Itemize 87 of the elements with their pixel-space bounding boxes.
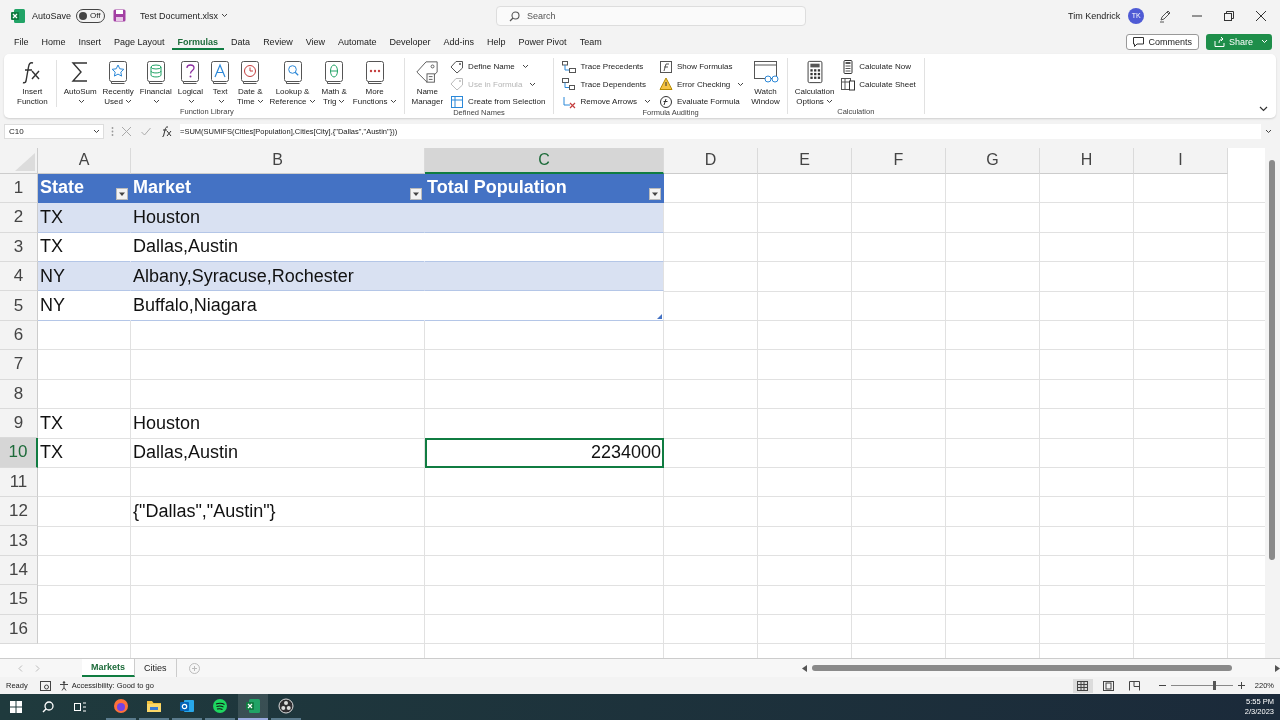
ribbon-button[interactable]: Watch Window xyxy=(748,59,783,107)
ribbon-button[interactable]: More Functions xyxy=(349,59,400,107)
ribbon-button[interactable]: Calculation Options xyxy=(791,59,838,107)
ribbon-tab[interactable]: File xyxy=(8,33,35,50)
sheet-tab[interactable]: Markets xyxy=(82,659,136,678)
ribbon-tab[interactable]: Power Pivot xyxy=(512,33,573,50)
row-header[interactable]: 7 xyxy=(0,350,38,380)
ribbon-tab[interactable]: Automate xyxy=(332,33,383,50)
ribbon-tab[interactable]: Team xyxy=(573,33,608,50)
table-cell: TX xyxy=(38,232,131,262)
table-cell-text: TX xyxy=(39,412,64,436)
row-header[interactable]: 5 xyxy=(0,291,38,321)
column-header[interactable]: F xyxy=(852,147,946,174)
row-header[interactable]: 9 xyxy=(0,408,38,439)
row-header[interactable]: 1 xyxy=(0,173,38,204)
ribbon-button[interactable]: Calculate Sheet xyxy=(841,77,916,91)
column-header[interactable]: C xyxy=(425,147,664,174)
table-cell: NY xyxy=(38,261,131,292)
row-header[interactable]: 11 xyxy=(0,467,38,498)
table-cell: Albany,Syracuse,Rochester xyxy=(131,261,425,292)
row-header[interactable]: 14 xyxy=(0,555,38,586)
row-header[interactable]: 6 xyxy=(0,320,38,351)
table-cell-text: {"Dallas","Austin"} xyxy=(132,500,277,524)
ribbon-tab[interactable]: Page Layout xyxy=(108,33,171,50)
comments-button[interactable]: Comments xyxy=(1126,33,1199,50)
ribbon-button[interactable]: AutoSum xyxy=(60,59,100,107)
ribbon-button[interactable]: Define Name xyxy=(450,59,546,74)
header-text: Total Population xyxy=(427,177,567,199)
ribbon-button[interactable]: Logical xyxy=(174,59,207,107)
ribbon-tab[interactable]: Data xyxy=(225,33,257,50)
row-header[interactable]: 10 xyxy=(0,438,38,468)
ribbon-button[interactable]: Trace Precedents xyxy=(562,59,651,74)
table-cell: Buffalo,Niagara xyxy=(131,291,425,321)
name-box[interactable]: C10 xyxy=(4,124,104,140)
selected-cell[interactable]: 2234000 xyxy=(425,438,664,468)
ribbon-button[interactable]: Evaluate Formula xyxy=(658,94,745,109)
column-header[interactable]: G xyxy=(946,147,1040,174)
ribbon-button[interactable]: Text xyxy=(206,59,235,107)
table-cell: NY xyxy=(38,291,131,321)
search-field[interactable]: Search xyxy=(496,5,807,26)
column-header[interactable]: I xyxy=(1134,147,1228,174)
autosave-label: AutoSave xyxy=(32,10,72,21)
column-header[interactable]: B xyxy=(131,147,425,174)
column-header[interactable]: H xyxy=(1040,147,1134,174)
row-header[interactable]: 15 xyxy=(0,585,38,615)
table-cell-text: Dallas,Austin xyxy=(132,441,240,465)
row-header[interactable]: 16 xyxy=(0,614,38,644)
row-header[interactable]: 2 xyxy=(0,203,38,233)
ribbon-button[interactable]: Remove Arrows xyxy=(562,94,651,109)
table-cell-text: Houston xyxy=(132,412,202,436)
user-name: Tim Kendrick xyxy=(1068,10,1121,21)
ribbon-button[interactable]: Create from Selection xyxy=(450,94,546,109)
ribbon-tab[interactable]: Developer xyxy=(383,33,437,50)
ribbon-tab[interactable]: Add-ins xyxy=(437,33,481,50)
table-cell: Houston xyxy=(131,203,425,233)
ribbon-button[interactable]: Name Manager xyxy=(408,59,447,107)
row-header[interactable]: 13 xyxy=(0,526,38,556)
ribbon-button[interactable]: Insert Function xyxy=(14,59,57,107)
ribbon-button[interactable]: Calculate Now xyxy=(841,59,916,74)
ribbon-button[interactable]: Recently Used xyxy=(99,59,137,107)
ribbon-button[interactable]: Show Formulas xyxy=(658,59,745,74)
ribbon-tab[interactable]: View xyxy=(299,33,331,50)
column-header[interactable]: E xyxy=(758,147,852,174)
ribbon-tab[interactable]: Insert xyxy=(72,33,108,50)
table-cell: TX xyxy=(38,203,131,233)
document-title[interactable]: Test Document.xlsx xyxy=(140,10,229,21)
header-text: State xyxy=(40,177,84,199)
ribbon-button[interactable]: Math & Trig xyxy=(318,59,350,107)
table-cell-text: TX xyxy=(39,441,64,465)
header-text: Market xyxy=(133,177,192,199)
ribbon-button[interactable]: Trace Dependents xyxy=(562,77,651,91)
ribbon-button[interactable]: Financial xyxy=(136,59,175,107)
row-header[interactable]: 4 xyxy=(0,261,38,292)
share-button[interactable]: Share xyxy=(1205,33,1272,50)
ribbon-tab[interactable]: Formulas xyxy=(171,33,225,50)
column-header[interactable]: A xyxy=(38,147,131,174)
column-header[interactable]: D xyxy=(664,147,758,174)
ribbon-button[interactable]: Error Checking xyxy=(658,77,745,91)
ribbon-button[interactable]: Lookup & Reference xyxy=(266,59,319,107)
ribbon-tab[interactable]: Review xyxy=(257,33,299,50)
row-header[interactable]: 12 xyxy=(0,497,38,527)
ribbon-tab[interactable]: Home xyxy=(35,33,72,50)
ribbon-button[interactable]: Date & Time xyxy=(234,59,267,107)
ribbon-tab[interactable]: Help xyxy=(481,33,512,50)
table-cell: Dallas,Austin xyxy=(131,232,425,262)
row-header[interactable]: 8 xyxy=(0,379,38,409)
row-header[interactable]: 3 xyxy=(0,232,38,262)
